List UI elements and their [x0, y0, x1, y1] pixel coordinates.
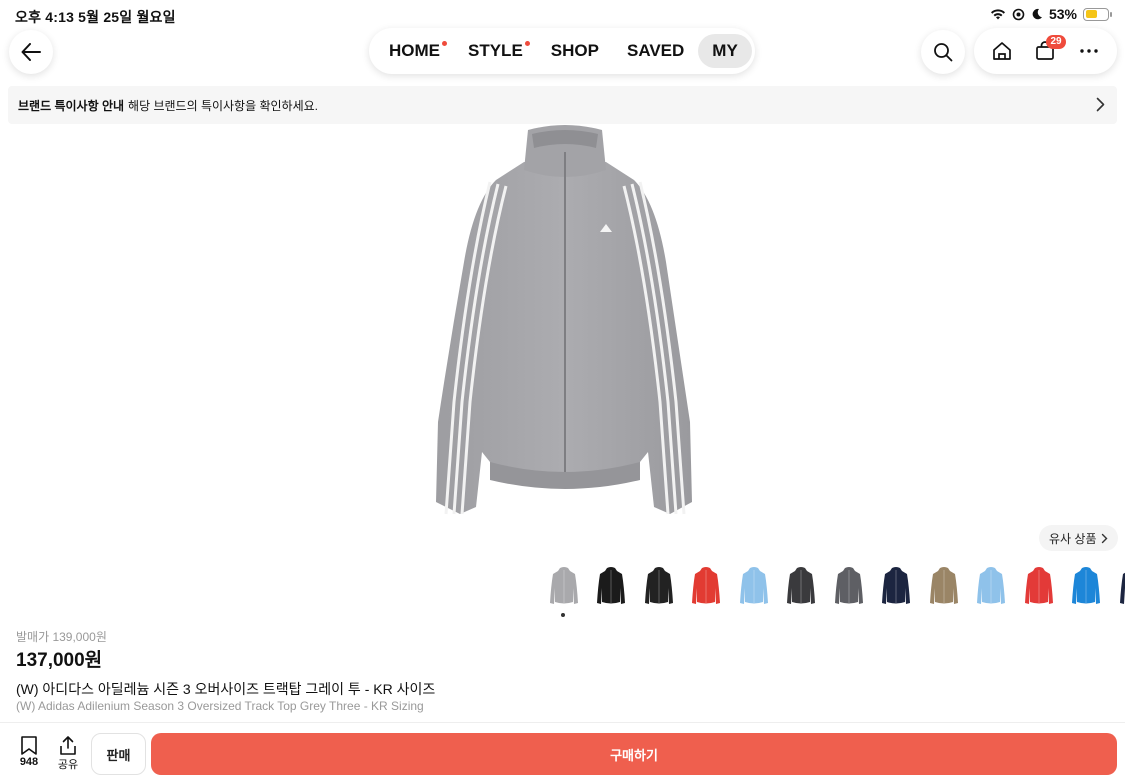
current-price: 137,000원 — [16, 650, 103, 671]
cart-button[interactable]: 29 — [1027, 33, 1066, 69]
sell-button[interactable]: 판매 — [91, 733, 146, 775]
original-price: 발매가 139,000원 — [16, 630, 107, 644]
more-button[interactable] — [1071, 33, 1107, 69]
color-thumbnail[interactable] — [730, 563, 778, 609]
share-button[interactable]: 공유 — [53, 735, 83, 772]
status-bar: 오후 4:13 5월 25일 월요일 53% — [0, 0, 1125, 30]
right-actions: 29 — [974, 28, 1117, 74]
notice-text: 해당 브랜드의 특이사항을 확인하세요. — [128, 98, 319, 113]
arrow-left-icon — [21, 43, 41, 61]
jacket-thumbnail-image — [834, 567, 863, 604]
bottom-action-bar: 948 공유 판매 구매하기 — [0, 722, 1125, 782]
jacket-thumbnail-image — [549, 567, 578, 604]
battery-icon — [1083, 7, 1112, 21]
location-lock-icon — [1012, 8, 1025, 20]
battery-percent: 53% — [1048, 6, 1077, 22]
bookmark-button[interactable]: 948 — [14, 735, 44, 768]
jacket-thumbnail-image — [597, 567, 626, 604]
home-icon — [992, 42, 1011, 60]
main-nav: HOME STYLE SHOP SAVED MY — [369, 28, 755, 74]
jacket-thumbnail-image — [929, 567, 958, 604]
similar-products-button[interactable]: 유사 상품 — [1039, 525, 1118, 551]
tab-my[interactable]: MY — [698, 34, 752, 68]
tab-home[interactable]: HOME — [375, 34, 454, 68]
new-dot — [442, 41, 447, 46]
home-button[interactable] — [984, 33, 1020, 69]
jacket-thumbnail-image — [739, 567, 768, 604]
color-thumbnail[interactable] — [968, 563, 1016, 609]
color-thumbnail[interactable] — [683, 563, 731, 609]
color-thumbnail[interactable] — [1015, 563, 1063, 609]
jacket-thumbnail-image — [882, 567, 911, 604]
jacket-thumbnail-image — [644, 567, 673, 604]
brand-notice-bar[interactable]: 브랜드 특이사항 안내 해당 브랜드의 특이사항을 확인하세요. — [8, 86, 1117, 124]
jacket-thumbnail-image — [692, 567, 721, 604]
color-thumbnail[interactable] — [920, 563, 968, 609]
similar-products-label: 유사 상품 — [1049, 531, 1097, 546]
color-thumbnail[interactable] — [540, 563, 588, 617]
jacket-thumbnail-image — [1072, 567, 1101, 604]
status-time: 오후 4:13 5월 25일 월요일 — [15, 9, 176, 25]
chevron-right-icon — [1101, 533, 1107, 543]
color-thumbnail[interactable] — [588, 563, 636, 609]
color-thumbnail[interactable] — [1063, 563, 1111, 609]
more-dots-icon — [1080, 49, 1098, 53]
color-thumbnail[interactable] — [825, 563, 873, 609]
jacket-thumbnail-image — [1119, 572, 1125, 604]
moon-icon — [1032, 8, 1042, 20]
selected-indicator-dot — [561, 613, 565, 617]
share-label: 공유 — [57, 759, 79, 771]
bookmark-count: 948 — [19, 756, 39, 768]
jacket-thumbnail-image — [1024, 567, 1053, 604]
bookmark-icon — [21, 736, 37, 755]
color-thumbnail[interactable] — [778, 563, 826, 609]
wifi-icon — [990, 9, 1005, 20]
jacket-thumbnail-image — [977, 567, 1006, 604]
product-image[interactable] — [420, 122, 710, 522]
color-thumbnail[interactable] — [873, 563, 921, 609]
search-icon — [934, 43, 953, 62]
notice-title: 브랜드 특이사항 안내 — [18, 98, 125, 113]
search-button[interactable] — [921, 30, 965, 74]
new-dot — [524, 41, 530, 46]
jacket-thumbnail-image — [787, 567, 816, 604]
tab-style[interactable]: STYLE — [454, 34, 537, 68]
color-thumbnail[interactable] — [1110, 563, 1125, 609]
product-title-ko: (W) 아디다스 아딜레늄 시즌 3 오버사이즈 트랙탑 그레이 투 - KR … — [16, 681, 436, 697]
tab-shop[interactable]: SHOP — [537, 34, 613, 68]
share-icon — [60, 736, 76, 755]
back-button[interactable] — [9, 30, 53, 74]
status-right: 53% — [990, 6, 1112, 22]
product-title-en: (W) Adidas Adilenium Season 3 Oversized … — [16, 699, 424, 713]
color-thumbnail-strip — [540, 563, 1125, 623]
tab-saved[interactable]: SAVED — [613, 34, 698, 68]
cart-badge: 29 — [1046, 35, 1066, 49]
color-thumbnail[interactable] — [635, 563, 683, 609]
chevron-right-icon — [1096, 97, 1105, 112]
buy-button[interactable]: 구매하기 — [151, 733, 1117, 775]
